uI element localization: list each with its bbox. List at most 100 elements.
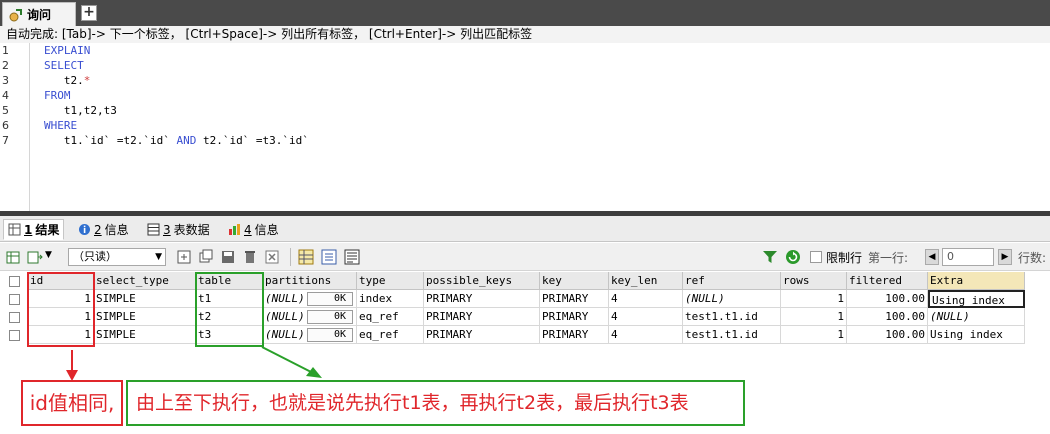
cell-table[interactable]: t3 — [196, 326, 263, 344]
column-header-partitions[interactable]: partitions — [263, 272, 357, 290]
cell-extra[interactable]: Using index — [928, 326, 1025, 344]
cancel-icon[interactable] — [264, 249, 280, 265]
insert-row-icon[interactable] — [176, 249, 192, 265]
cell-ref[interactable]: test1.t1.id — [683, 308, 781, 326]
grid-view-icon[interactable] — [298, 249, 314, 265]
tab-results[interactable]: 1 结果 — [3, 219, 65, 240]
column-header-possible-keys[interactable]: possible_keys — [424, 272, 540, 290]
column-header-ref[interactable]: ref — [683, 272, 781, 290]
cell-possible-keys[interactable]: PRIMARY — [424, 308, 540, 326]
delete-icon[interactable] — [242, 249, 258, 265]
refresh-icon[interactable] — [785, 249, 801, 265]
column-header-table[interactable]: table — [196, 272, 263, 290]
cell-key-len[interactable]: 4 — [609, 290, 683, 308]
annotation-green-text: 由上至下执行，也就是说先执行t1表，再执行t2表，最后执行t3表 — [126, 380, 745, 426]
filter-icon[interactable] — [762, 249, 778, 265]
first-row-input[interactable]: 0 — [942, 248, 994, 266]
dropdown-arrow-icon[interactable]: ▼ — [45, 250, 52, 260]
cell-possible-keys[interactable]: PRIMARY — [424, 326, 540, 344]
cell-value: PRIMARY — [426, 328, 473, 341]
cell-value: 1 — [837, 328, 844, 341]
cell-type[interactable]: eq_ref — [357, 308, 424, 326]
cell-filtered[interactable]: 100.00 — [847, 308, 928, 326]
cell-rows[interactable]: 1 — [781, 308, 847, 326]
table-data-icon — [147, 223, 160, 236]
import-dropdown-icon[interactable] — [27, 249, 43, 265]
next-page-icon[interactable]: ▶ — [998, 249, 1012, 265]
column-header-select-type[interactable]: select_type — [94, 272, 196, 290]
column-header-id[interactable]: id — [28, 272, 94, 290]
cell-key[interactable]: PRIMARY — [540, 308, 609, 326]
sql-keyword: AND — [176, 134, 197, 147]
text-view-icon[interactable] — [344, 249, 360, 265]
cell-select-type[interactable]: SIMPLE — [94, 326, 196, 344]
code-line: EXPLAIN — [44, 44, 90, 57]
cell-value: 1 — [84, 328, 91, 341]
line-number-gutter: 1 2 3 4 5 6 7 — [0, 43, 30, 211]
cell-possible-keys[interactable]: PRIMARY — [424, 290, 540, 308]
cell-type[interactable]: index — [357, 290, 424, 308]
column-header-filtered[interactable]: filtered — [847, 272, 928, 290]
tab-info-2-num: 4 — [244, 222, 252, 237]
cell-type[interactable]: eq_ref — [357, 326, 424, 344]
cell-value: (NULL) — [265, 328, 305, 341]
tab-table-data[interactable]: 3 表数据 — [143, 219, 214, 240]
blob-size-box[interactable]: 0K — [307, 328, 353, 342]
cell-filtered[interactable]: 100.00 — [847, 290, 928, 308]
row-checkbox[interactable] — [9, 312, 20, 323]
cell-rows[interactable]: 1 — [781, 326, 847, 344]
cell-value: 100.00 — [885, 310, 925, 323]
cell-value: 100.00 — [885, 292, 925, 305]
cell-extra[interactable]: Using index — [928, 290, 1025, 308]
column-header-key[interactable]: key — [540, 272, 609, 290]
prev-page-icon[interactable]: ◀ — [925, 249, 939, 265]
row-checkbox[interactable] — [9, 330, 20, 341]
blob-size-box[interactable]: 0K — [307, 310, 353, 324]
cell-select-type[interactable]: SIMPLE — [94, 290, 196, 308]
form-view-icon[interactable] — [321, 249, 337, 265]
cell-value: Using index — [930, 328, 1003, 341]
cell-value: PRIMARY — [542, 310, 589, 323]
row-checkbox[interactable] — [9, 294, 20, 305]
code-line: FROM — [44, 89, 71, 102]
readonly-select[interactable]: （只读） ▼ — [68, 248, 166, 266]
sql-editor[interactable]: 1 2 3 4 5 6 7 EXPLAIN SELECT t2.* FROM t1,t2,t3 W… — [0, 43, 1050, 211]
tab-info[interactable]: 2 信息 — [74, 219, 133, 240]
cell-value: eq_ref — [359, 310, 399, 323]
column-header-type[interactable]: type — [357, 272, 424, 290]
cell-filtered[interactable]: 100.00 — [847, 326, 928, 344]
export-icon[interactable] — [5, 249, 21, 265]
column-header-rows[interactable]: rows — [781, 272, 847, 290]
save-icon[interactable] — [220, 249, 236, 265]
cell-key-len[interactable]: 4 — [609, 326, 683, 344]
cell-table[interactable]: t2 — [196, 308, 263, 326]
column-header-extra[interactable]: Extra — [928, 272, 1025, 290]
tab-info-2[interactable]: 4 信息 — [224, 219, 283, 240]
select-all-checkbox[interactable] — [9, 276, 20, 287]
cell-key-len[interactable]: 4 — [609, 308, 683, 326]
cell-key[interactable]: PRIMARY — [540, 326, 609, 344]
limit-rows-checkbox[interactable] — [810, 251, 822, 263]
cell-ref[interactable]: test1.t1.id — [683, 326, 781, 344]
query-icon — [9, 8, 22, 21]
line-number: 6 — [2, 119, 9, 132]
cell-rows[interactable]: 1 — [781, 290, 847, 308]
cell-extra[interactable]: (NULL) — [928, 308, 1025, 326]
cell-ref[interactable]: (NULL) — [683, 290, 781, 308]
add-tab-button[interactable]: + — [81, 5, 97, 21]
blob-size-box[interactable]: 0K — [307, 292, 353, 306]
column-header-key-len[interactable]: key_len — [609, 272, 683, 290]
chevron-down-icon: ▼ — [155, 252, 162, 262]
duplicate-row-icon[interactable] — [198, 249, 214, 265]
cell-id[interactable]: 1 — [28, 308, 94, 326]
cell-id[interactable]: 1 — [28, 326, 94, 344]
results-icon — [8, 223, 21, 236]
cell-key[interactable]: PRIMARY — [540, 290, 609, 308]
cell-select-type[interactable]: SIMPLE — [94, 308, 196, 326]
cell-table[interactable]: t1 — [196, 290, 263, 308]
cell-id[interactable]: 1 — [28, 290, 94, 308]
sql-text: * — [83, 74, 91, 87]
cell-value: t3 — [198, 328, 212, 341]
query-tab[interactable]: 询问 — [2, 2, 76, 26]
tab-info-label: 信息 — [104, 223, 129, 237]
